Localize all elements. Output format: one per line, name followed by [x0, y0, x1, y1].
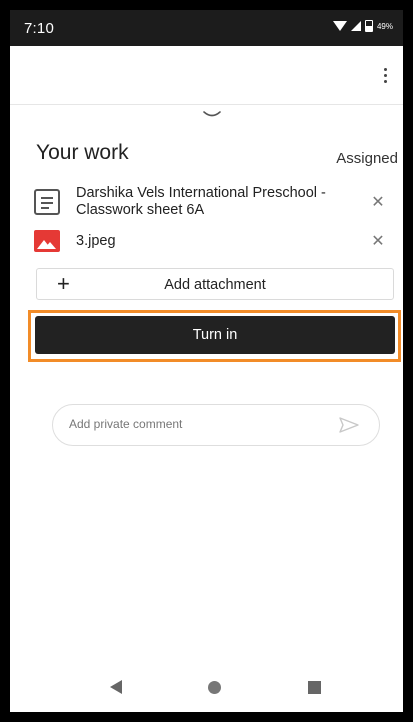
phone-screen: 7:10 49% Your work Assigned Darshika Vel…: [10, 10, 403, 712]
doc-icon: [34, 189, 60, 215]
add-attachment-button[interactable]: + Add attachment: [36, 268, 394, 300]
attachment-title: Darshika Vels International Preschool - …: [76, 185, 326, 218]
battery-icon: [364, 20, 373, 32]
signal-icon: [350, 21, 361, 31]
wifi-icon: [332, 21, 347, 31]
nav-back-icon[interactable]: [110, 680, 122, 694]
add-attachment-label: Add attachment: [164, 277, 266, 293]
attachment-item[interactable]: Darshika Vels International Preschool - …: [34, 180, 394, 224]
attachment-title: 3.jpeg: [76, 232, 116, 249]
app-bar: [10, 46, 403, 105]
turn-in-label: Turn in: [192, 327, 238, 343]
status-bar: 7:10 49%: [10, 10, 403, 46]
close-icon[interactable]: ✕: [366, 190, 390, 214]
attachment-item[interactable]: 3.jpeg ✕: [34, 226, 394, 256]
status-label: Assigned: [336, 150, 398, 167]
private-comment-box: [52, 404, 380, 446]
status-time: 7:10: [24, 20, 54, 37]
nav-home-icon[interactable]: [208, 681, 221, 694]
nav-recents-icon[interactable]: [308, 681, 321, 694]
turn-in-button[interactable]: Turn in: [35, 316, 395, 354]
battery-level: 49%: [376, 21, 393, 31]
close-icon[interactable]: ✕: [366, 229, 390, 253]
your-work-title: Your work: [36, 141, 129, 164]
private-comment-input[interactable]: [69, 417, 309, 431]
status-icons: 49%: [332, 20, 393, 32]
navigation-bar: [10, 662, 403, 712]
chevron-down-icon[interactable]: [202, 110, 222, 120]
more-vert-icon[interactable]: [377, 62, 393, 88]
send-icon[interactable]: [339, 417, 359, 433]
image-icon: [34, 230, 60, 252]
